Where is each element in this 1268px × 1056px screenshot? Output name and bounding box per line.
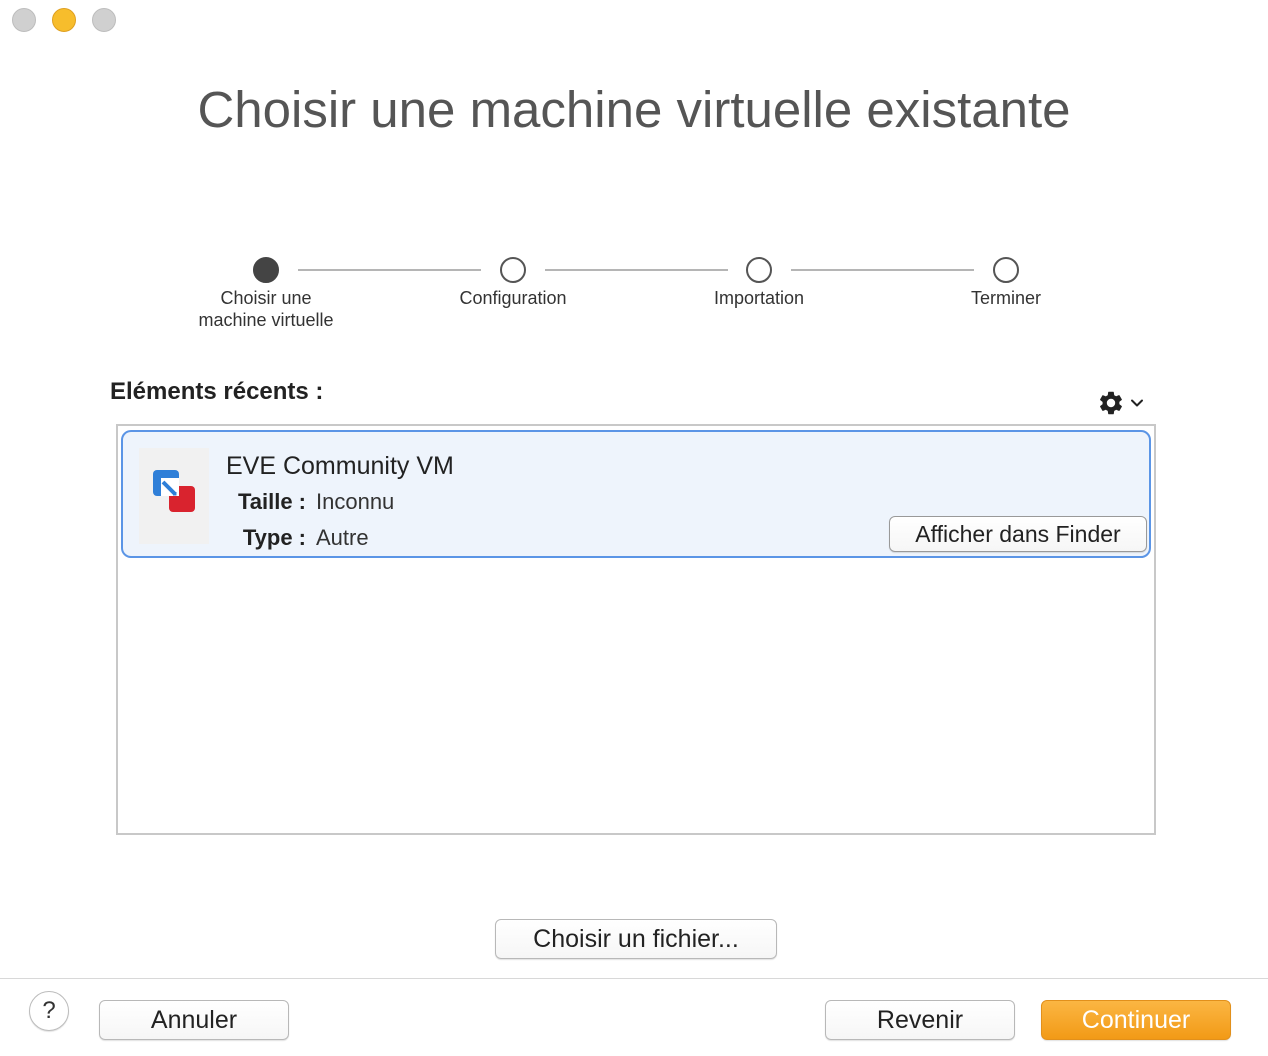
close-window-button[interactable] — [12, 8, 36, 32]
zoom-window-button[interactable] — [92, 8, 116, 32]
gear-icon — [1100, 391, 1122, 415]
vm-name: EVE Community VM — [226, 452, 454, 480]
step-indicator-configuration — [500, 257, 526, 283]
step-label-configuration: Configuration — [459, 288, 567, 308]
wizard-stepper: Choisir une machine virtuelle Configurat… — [0, 255, 1268, 345]
help-button[interactable]: ? — [29, 991, 69, 1031]
window-controls — [12, 8, 116, 32]
vm-type-label: Type : — [242, 525, 306, 550]
step-connector — [545, 269, 728, 271]
vm-size-label: Taille : — [237, 489, 306, 514]
step-connector — [298, 269, 481, 271]
step-indicator-terminer — [993, 257, 1019, 283]
chevron-down-icon — [1131, 399, 1143, 407]
back-button[interactable]: Revenir — [825, 1000, 1015, 1040]
footer-divider — [0, 978, 1268, 979]
show-in-finder-button[interactable]: Afficher dans Finder — [889, 516, 1147, 552]
vm-type-value: Autre — [316, 525, 369, 550]
page-title: Choisir une machine virtuelle existante — [197, 81, 1071, 138]
list-item[interactable]: EVE Community VM Taille : Inconnu Type :… — [121, 430, 1151, 558]
vm-type-row: Type : Autre — [226, 525, 369, 551]
step-label-terminer: Terminer — [970, 288, 1041, 308]
step-indicator-importation — [746, 257, 772, 283]
recent-items-list[interactable]: EVE Community VM Taille : Inconnu Type :… — [116, 424, 1156, 835]
vmware-fusion-icon — [139, 448, 209, 544]
cancel-button[interactable]: Annuler — [99, 1000, 289, 1040]
recent-items-label: Eléments récents : — [110, 378, 324, 405]
step-label-choose-vm: Choisir une machine virtuelle — [198, 288, 334, 330]
continue-button[interactable]: Continuer — [1041, 1000, 1231, 1040]
step-connector — [791, 269, 974, 271]
settings-menu-button[interactable] — [1097, 389, 1145, 417]
choose-file-button[interactable]: Choisir un fichier... — [495, 919, 777, 959]
step-label-importation: Importation — [713, 288, 805, 308]
minimize-window-button[interactable] — [52, 8, 76, 32]
vm-size-row: Taille : Inconnu — [226, 489, 394, 515]
vm-size-value: Inconnu — [316, 489, 395, 514]
import-vm-window: Choisir une machine virtuelle existante … — [0, 0, 1268, 1056]
step-indicator-choose-vm — [253, 257, 279, 283]
